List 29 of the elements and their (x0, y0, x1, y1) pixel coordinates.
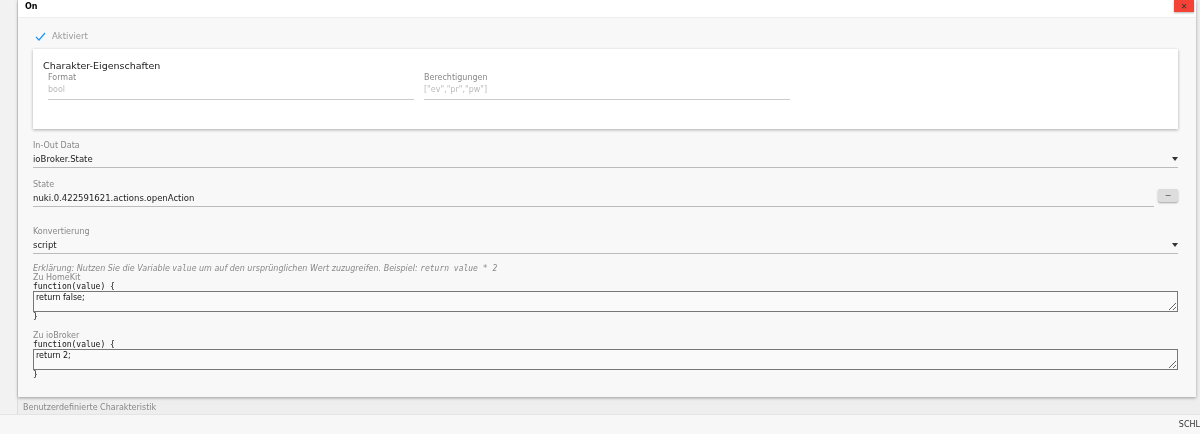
code-editor[interactable]: return 2; (33, 349, 1178, 370)
code-line: } (33, 312, 39, 321)
checkmark-icon[interactable] (35, 31, 46, 41)
dropdown-field[interactable]: script (33, 239, 1178, 254)
field-label: Berechtigungen (424, 73, 489, 82)
field-label: Format (48, 73, 78, 82)
remove-button[interactable]: − (1158, 189, 1178, 202)
footer-button[interactable]: SCHL (1178, 420, 1200, 429)
code-line: function(value) { (33, 282, 116, 291)
card-title: Charakter-Eigenschaften (43, 60, 162, 71)
field-label: In-Out Data (33, 141, 81, 150)
code-line: function(value) { (33, 340, 116, 349)
caret-icon (1172, 157, 1178, 161)
code-line: } (33, 370, 39, 379)
input-field[interactable]: ["ev","pr","pw"] (424, 82, 790, 100)
input-field[interactable]: nuki.0.422591621.actions.openAction (33, 192, 1154, 207)
field-label: Konvertierung (33, 227, 91, 236)
dropdown-field[interactable]: ioBroker.State (33, 153, 1178, 168)
field-label: Zu ioBroker (33, 331, 81, 340)
checkbox-label: Aktiviert (52, 31, 88, 41)
field-label: Zu HomeKit (33, 273, 82, 282)
code-editor[interactable]: return false; (33, 291, 1178, 312)
close-button[interactable]: ✕ (1174, 0, 1194, 12)
caret-icon (1172, 243, 1178, 247)
field-label: State (33, 180, 56, 189)
explanation-text: Erklärung: Nutzen Sie die Variable value um auf den ursprünglichen Wert zuzugreifen. Beispiel: return value * 2 (33, 264, 499, 273)
section-label: Benutzerdefinierte Charakteristik (22, 402, 158, 414)
input-field[interactable]: bool (48, 82, 414, 100)
dialog-title: On (25, 2, 38, 11)
